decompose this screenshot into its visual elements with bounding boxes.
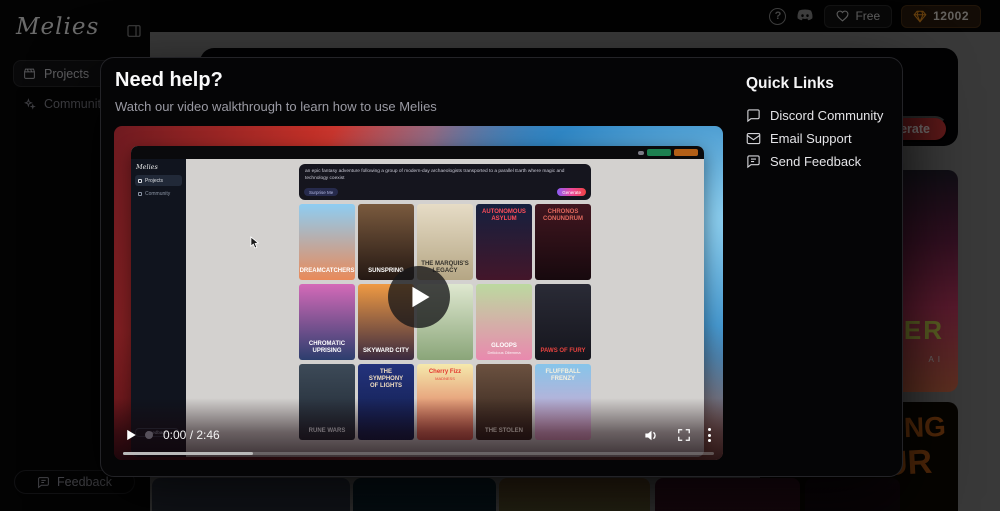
help-modal: Need help? Watch our video walkthrough t… [100, 57, 903, 477]
fullscreen-icon[interactable] [677, 428, 691, 442]
quick-link-feedback[interactable]: Send Feedback [746, 150, 889, 173]
volume-icon[interactable] [643, 428, 660, 443]
thumb-poster-grid: DREAMCATCHERS SUNSPRING THE MARQUIS'S LE… [299, 204, 591, 440]
thumb-discord-icon [638, 150, 644, 155]
thumb-sidebar: Melies Projects Community Feedback [131, 159, 186, 457]
thumb-titlebar [131, 146, 704, 159]
thumb-prompt-text: an epic fantasy adventure following a gr… [305, 169, 565, 182]
chat-bubble-icon [746, 108, 761, 123]
video-buffer [123, 452, 254, 455]
thumb-nav-community: Community [135, 188, 182, 199]
quick-link-label: Email Support [770, 131, 852, 146]
quick-link-label: Discord Community [770, 108, 884, 123]
thumb-poster: DREAMCATCHERS [299, 204, 355, 280]
thumb-nav-projects: Projects [135, 175, 182, 186]
quick-links-heading: Quick Links [746, 75, 834, 92]
quick-link-discord[interactable]: Discord Community [746, 104, 889, 127]
modal-subtitle: Watch our video walkthrough to learn how… [115, 99, 437, 114]
video-player[interactable]: an epic fantasy adventure following a gr… [114, 126, 723, 460]
quick-link-email[interactable]: Email Support [746, 127, 889, 150]
thumb-green-badge [647, 149, 671, 156]
video-controls: 0:00 / 2:46 [126, 424, 711, 446]
play-icon[interactable] [126, 429, 137, 441]
audio-track-icon [145, 431, 153, 439]
feedback-icon [746, 154, 761, 169]
thumb-poster: AUTONOMOUS ASYLUM [476, 204, 532, 280]
thumb-poster: GLOOPS Delicious Dilemma [476, 284, 532, 360]
more-options-icon[interactable] [708, 428, 711, 442]
cursor-icon [250, 236, 261, 249]
mail-icon [746, 131, 761, 146]
thumb-surprise-button: Surprise Me [304, 188, 339, 196]
thumb-poster: CHROMATIC UPRISING [299, 284, 355, 360]
play-button[interactable] [388, 266, 450, 328]
thumb-prompt-box: an epic fantasy adventure following a gr… [299, 164, 591, 200]
quick-link-label: Send Feedback [770, 154, 862, 169]
thumb-credits-badge [674, 149, 698, 156]
video-progress-bar[interactable] [123, 452, 714, 455]
thumb-poster: CHRONOS CONUNDRUM [535, 204, 591, 280]
thumb-poster: PAWS OF FURY [535, 284, 591, 360]
thumb-logo: Melies [136, 163, 158, 171]
modal-title: Need help? [115, 69, 223, 91]
video-time: 0:00 / 2:46 [163, 428, 220, 442]
thumb-generate-button: Generate [557, 188, 586, 196]
quick-links: Quick Links Discord Community Email Supp… [746, 75, 889, 173]
